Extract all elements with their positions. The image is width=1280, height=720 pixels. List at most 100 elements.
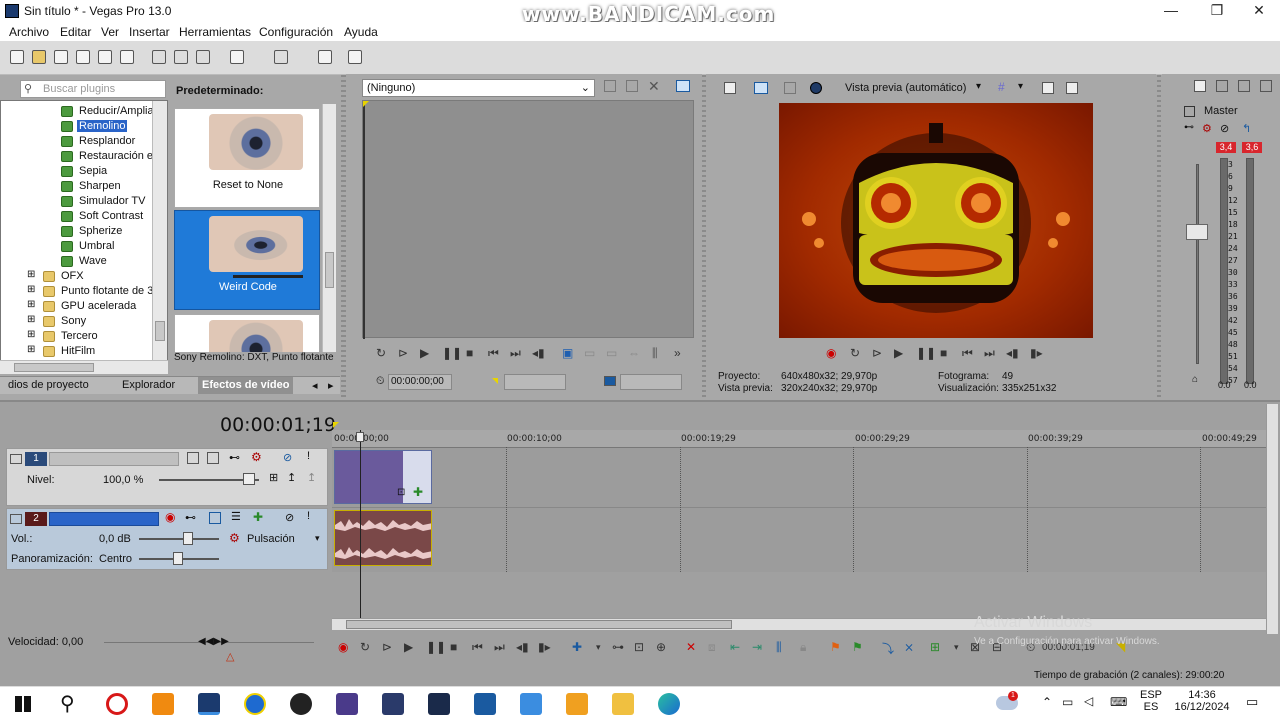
chevron-down-icon[interactable]: ▾	[976, 81, 981, 92]
plugin-tree-scrollbar[interactable]	[152, 101, 167, 361]
overlays-icon[interactable]: #	[998, 80, 1005, 94]
solo-icon[interactable]: ↰	[1242, 122, 1251, 135]
scroll-thumb[interactable]	[14, 363, 94, 372]
edit-tool-icon[interactable]	[318, 50, 332, 64]
rate-slider[interactable]: ◀◀▶▶	[198, 636, 229, 647]
app-icon[interactable]	[244, 693, 266, 715]
stop-icon[interactable]: ■	[466, 346, 473, 360]
save-icon[interactable]	[54, 50, 68, 64]
split-screen-icon[interactable]	[810, 82, 822, 94]
timeline-vscroll[interactable]	[1266, 404, 1278, 634]
play-from-start-icon[interactable]: ⊳	[382, 640, 392, 654]
pause-icon[interactable]: ❚❚	[426, 640, 446, 654]
trim-icon[interactable]: ⧈	[708, 640, 716, 655]
menu-editar[interactable]: Editar	[60, 25, 91, 39]
envelope-tool-icon[interactable]	[348, 50, 362, 64]
add-fx-icon[interactable]: ✚	[253, 510, 263, 524]
stop-icon[interactable]: ■	[940, 346, 947, 360]
timeline-ruler[interactable]	[332, 430, 1266, 448]
master-toolbar-icon[interactable]	[1216, 80, 1228, 92]
app-icon[interactable]	[474, 693, 496, 715]
mute-icon[interactable]: ⊘	[283, 451, 292, 464]
maximize-button[interactable]: ❐	[1194, 0, 1240, 22]
preset-item[interactable]	[174, 314, 320, 352]
arrow-up-icon[interactable]: ↥	[287, 471, 296, 484]
fl-studio-icon[interactable]	[152, 693, 174, 715]
preview-quality-select[interactable]: Vista previa (automático)	[845, 82, 966, 94]
bandicam-icon[interactable]	[106, 693, 128, 715]
prev-frame-icon[interactable]: ◂▮	[1006, 346, 1019, 360]
media-icon[interactable]	[336, 693, 358, 715]
track-fx-icon[interactable]	[209, 512, 221, 524]
track-area[interactable]	[332, 448, 1266, 572]
out-point-field[interactable]	[620, 374, 682, 390]
selection-tool-icon[interactable]: ⊡	[634, 640, 644, 654]
cut-icon[interactable]	[152, 50, 166, 64]
tab-project-media[interactable]: dios de proyecto	[8, 379, 89, 391]
clock[interactable]: 14:36 16/12/2024	[1172, 689, 1232, 713]
open-icon[interactable]	[32, 50, 46, 64]
track-fx-icon[interactable]	[207, 452, 219, 464]
envelope-edit-icon[interactable]: ⊶	[612, 640, 624, 654]
tab-next-arrow[interactable]: ▸	[328, 379, 334, 392]
menu-ayuda[interactable]: Ayuda	[344, 25, 378, 39]
pause-icon[interactable]: ❚❚	[916, 346, 936, 360]
trimmer-timecode[interactable]: 00:00:00;00	[388, 374, 452, 390]
scroll-thumb[interactable]	[325, 252, 334, 288]
new-icon[interactable]	[10, 50, 24, 64]
preview-fx-icon[interactable]	[784, 82, 796, 94]
volume-slider[interactable]	[183, 532, 193, 545]
keyboard-icon[interactable]: ⌨	[1110, 695, 1127, 709]
marker-icon[interactable]: ⚑	[830, 640, 841, 654]
menu-herramientas[interactable]: Herramientas	[179, 25, 251, 39]
crop-icon[interactable]: ⊡	[397, 487, 405, 498]
preview-properties-icon[interactable]	[724, 82, 736, 94]
gear-icon[interactable]: ⚙	[229, 531, 240, 545]
play-icon[interactable]: ▶	[420, 346, 429, 360]
save-as-icon[interactable]	[76, 50, 90, 64]
play-from-start-icon[interactable]: ⊳	[872, 346, 882, 360]
master-toolbar-icon[interactable]	[1238, 80, 1250, 92]
app-icon[interactable]	[428, 693, 450, 715]
store-icon[interactable]	[566, 693, 588, 715]
external-monitor-icon[interactable]	[754, 82, 768, 94]
go-start-icon[interactable]: ⏮	[488, 346, 499, 361]
gear-icon[interactable]: ⚙	[251, 450, 262, 464]
copy-icon[interactable]	[174, 50, 188, 64]
video-clip[interactable]: ⊡ ✚	[334, 450, 432, 504]
docking-grip[interactable]	[702, 75, 706, 400]
crossfade-icon[interactable]: ⨯	[904, 640, 914, 654]
snap-icon[interactable]: ⊞	[930, 640, 940, 654]
cursor-handle[interactable]	[356, 432, 364, 442]
menu-insertar[interactable]: Insertar	[129, 25, 170, 39]
obs-icon[interactable]	[290, 693, 312, 715]
file-explorer-icon[interactable]	[612, 693, 634, 715]
preset-weird-code[interactable]: Weird Code	[174, 210, 320, 310]
trim-end-icon[interactable]: ⇥	[752, 640, 762, 654]
solo-icon[interactable]: !	[307, 510, 310, 522]
edge-icon[interactable]	[658, 693, 680, 715]
go-end-icon[interactable]: ⏭	[984, 346, 995, 361]
redo-icon[interactable]	[274, 50, 288, 64]
region-icon[interactable]: ⚑	[852, 640, 863, 654]
expand-icon[interactable]: ⊞	[269, 471, 278, 484]
expand-icon[interactable]: ⊞	[27, 329, 35, 340]
master-toolbar-icon[interactable]	[1260, 80, 1272, 92]
trim-start-icon[interactable]: ⇤	[730, 640, 740, 654]
go-end-icon[interactable]: ⏭	[494, 640, 505, 655]
trimmer-source-select[interactable]: (Ninguno) ⌄	[362, 79, 595, 97]
lock-icon[interactable]: 🔒︎	[800, 640, 806, 655]
go-start-icon[interactable]: ⏮	[962, 346, 973, 361]
solo-icon[interactable]: !	[307, 450, 310, 462]
prev-frame-icon[interactable]: ◂▮	[516, 640, 529, 654]
expand-icon[interactable]: ⊞	[27, 284, 35, 295]
chevron-down-icon[interactable]: ▾	[954, 642, 959, 653]
plugin-search[interactable]: ⚲ Buscar plugins	[20, 80, 166, 98]
plugin-tree-hscroll[interactable]	[0, 360, 168, 374]
track-collapse-icon[interactable]	[10, 514, 22, 524]
trimmer-view[interactable]	[362, 100, 694, 339]
arrow-up-icon[interactable]: ↥	[307, 471, 316, 484]
pause-icon[interactable]: ❚❚	[442, 346, 462, 360]
prev-frame-icon[interactable]: ◂▮	[532, 346, 545, 360]
close-button[interactable]: ✕	[1236, 0, 1280, 22]
